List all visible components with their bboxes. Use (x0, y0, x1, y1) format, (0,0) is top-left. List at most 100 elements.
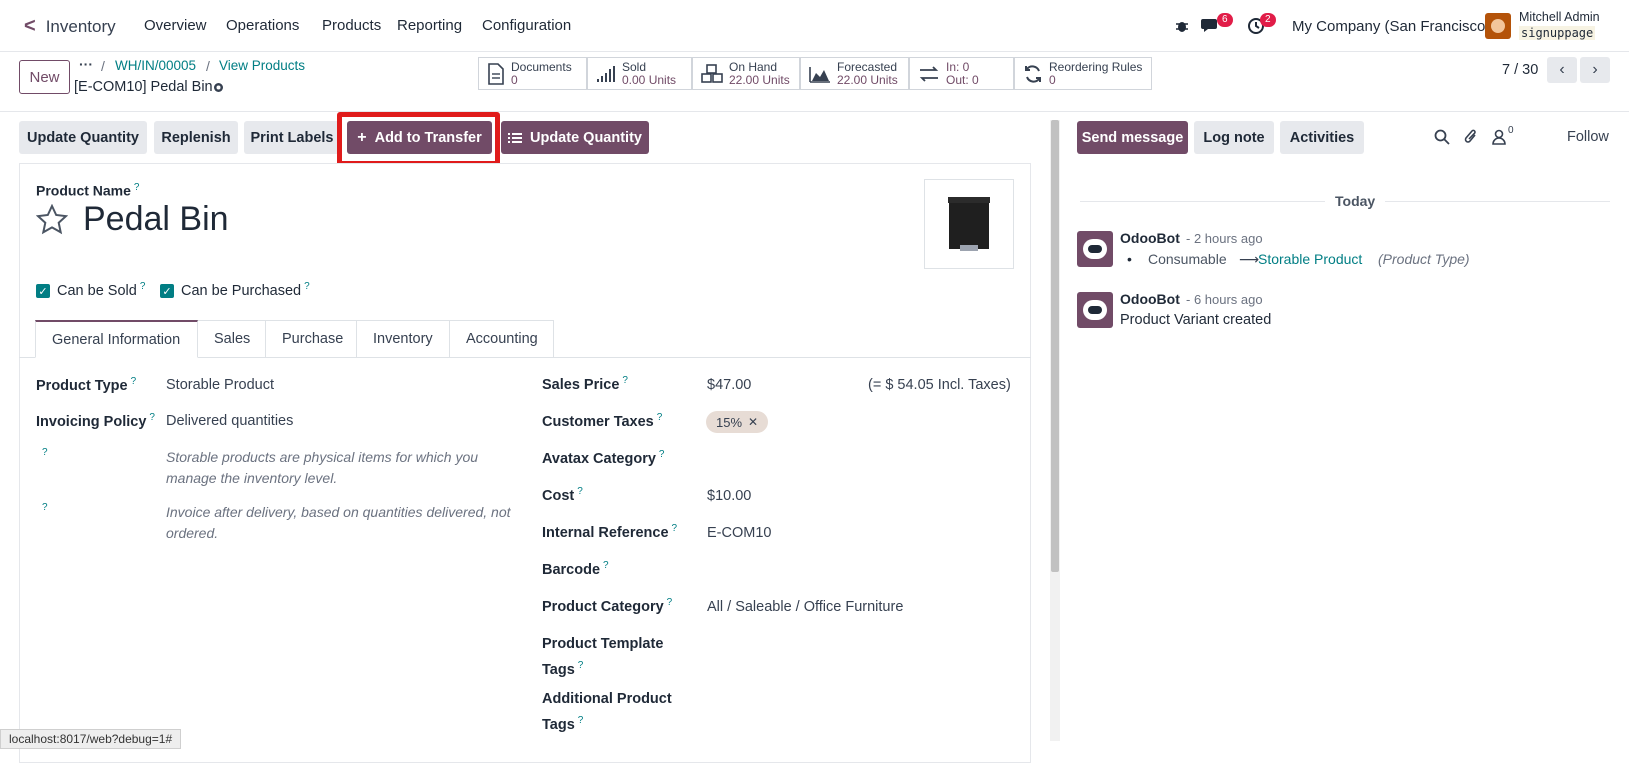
follow-button[interactable]: Follow (1567, 129, 1609, 145)
barcode-label: Barcode? (542, 560, 609, 578)
smart-button-documents[interactable]: Documents 0 (478, 57, 587, 90)
smart-out-value: Out: 0 (946, 72, 979, 87)
refresh-icon (1025, 64, 1041, 83)
smart-button-on-hand[interactable]: On Hand 22.00 Units (692, 57, 800, 90)
user-name: Mitchell Admin (1519, 10, 1600, 24)
menu-configuration[interactable]: Configuration (482, 17, 571, 34)
avatax-category-label: Avatax Category? (542, 449, 665, 467)
product-type-help: Storable products are physical items for… (166, 449, 479, 486)
log-note-button[interactable]: Log note (1194, 121, 1274, 154)
smart-button-in-out[interactable]: In: 0 Out: 0 (909, 57, 1014, 90)
smart-button-reordering-rules[interactable]: Reordering Rules 0 (1014, 57, 1152, 90)
app-name: Inventory (45, 16, 116, 36)
menu-reporting[interactable]: Reporting (397, 17, 462, 34)
invoicing-policy-field[interactable]: Delivered quantities (166, 413, 293, 429)
company-switcher[interactable]: My Company (San Francisco) (1292, 18, 1490, 35)
update-quantity-list-button[interactable]: Update Quantity (501, 121, 649, 154)
customer-taxes-label: Customer Taxes? (542, 412, 663, 430)
send-message-button[interactable]: Send message (1077, 121, 1188, 154)
pager-next-button[interactable]: › (1580, 57, 1610, 83)
messages-badge: 6 (1217, 13, 1233, 27)
followers-count: 0 (1508, 125, 1514, 136)
product-template-tags-label: Product Template Tags? (542, 636, 664, 678)
print-labels-button[interactable]: Print Labels (244, 121, 340, 154)
invoicing-policy-help: Invoice after delivery, based on quantit… (166, 504, 511, 541)
smart-on-hand-title: On Hand (729, 59, 778, 74)
back-icon[interactable]: < (24, 15, 36, 38)
exchange-icon (919, 65, 939, 82)
arrow-right-icon: ⟶ (1239, 251, 1260, 267)
browser-status-bar: localhost:8017/web?debug=1# (0, 729, 182, 749)
user-avatar[interactable] (1485, 13, 1511, 39)
document-icon (488, 62, 504, 85)
smart-sold-value: 0.00 Units (622, 72, 677, 87)
cost-label: Cost? (542, 486, 583, 504)
menu-products[interactable]: Products (322, 17, 381, 34)
update-quantity-list-label: Update Quantity (530, 129, 642, 146)
notebook-tabs: General Information Sales Purchase Inven… (35, 320, 554, 358)
customer-tax-tag[interactable]: 15% ✕ (706, 411, 769, 433)
tab-general-information[interactable]: General Information (35, 320, 198, 358)
db-name: signuppage (1519, 26, 1596, 40)
scrollbar-thumb[interactable] (1051, 120, 1059, 572)
product-type-field[interactable]: Storable Product (166, 377, 274, 393)
invoicing-policy-label: Invoicing Policy? (36, 412, 155, 430)
menu-operations[interactable]: Operations (226, 17, 299, 34)
sales-price-field[interactable]: $47.00 (707, 377, 751, 393)
menu-overview[interactable]: Overview (144, 17, 207, 34)
new-button[interactable]: New (19, 60, 70, 94)
odoobot-avatar (1077, 231, 1113, 267)
app-brand[interactable]: < Inventory (24, 15, 116, 38)
highlight-box (337, 112, 500, 166)
cost-field[interactable]: $10.00 (707, 488, 751, 504)
activities-button[interactable]: Activities (1280, 121, 1364, 154)
help-icon: ? (42, 447, 48, 458)
smart-button-sold[interactable]: Sold 0.00 Units (587, 57, 692, 90)
smart-forecasted-value: 22.00 Units (837, 72, 898, 87)
can-be-purchased-checkbox[interactable]: ✓ (160, 284, 174, 298)
smart-button-forecasted[interactable]: Forecasted 22.00 Units (800, 57, 909, 90)
paperclip-icon[interactable] (1463, 128, 1479, 145)
bug-icon[interactable] (1174, 18, 1190, 34)
form-scrollbar[interactable] (1050, 120, 1060, 741)
tab-inventory[interactable]: Inventory (357, 320, 450, 358)
tab-sales[interactable]: Sales (198, 320, 266, 358)
internal-reference-field[interactable]: E-COM10 (707, 525, 771, 541)
product-image[interactable] (924, 179, 1014, 269)
breadcrumb-dots[interactable]: ··· (79, 56, 93, 72)
search-icon[interactable] (1434, 129, 1450, 145)
message-author[interactable]: OdooBot (1120, 291, 1180, 307)
breadcrumb-separator: / (101, 58, 105, 74)
product-category-label: Product Category? (542, 597, 673, 615)
product-category-field[interactable]: All / Saleable / Office Furniture (707, 599, 903, 615)
area-chart-icon (809, 66, 830, 83)
tab-accounting[interactable]: Accounting (450, 320, 554, 358)
can-be-purchased-label: Can be Purchased? (181, 281, 310, 299)
incl-taxes-text: (= $ 54.05 Incl. Taxes) (868, 377, 1011, 393)
sales-price-label: Sales Price? (542, 375, 628, 393)
can-be-sold-checkbox[interactable]: ✓ (36, 284, 50, 298)
product-name-label: Product Name? (36, 182, 140, 199)
cubes-icon (701, 63, 723, 83)
breadcrumb-transfer[interactable]: WH/IN/00005 (115, 58, 196, 73)
gear-icon[interactable] (212, 81, 225, 94)
pager-previous-button[interactable]: ‹ (1547, 57, 1577, 83)
list-icon (508, 132, 522, 143)
message-body: Product Variant created (1120, 312, 1272, 328)
close-icon[interactable]: ✕ (748, 415, 758, 429)
replenish-button[interactable]: Replenish (154, 121, 238, 154)
followers-icon[interactable] (1492, 129, 1506, 145)
product-name-field[interactable]: Pedal Bin (83, 200, 229, 239)
chevron-right-icon: › (1592, 61, 1598, 78)
update-quantity-button[interactable]: Update Quantity (19, 121, 147, 154)
internal-reference-label: Internal Reference? (542, 523, 678, 541)
tab-purchase[interactable]: Purchase (266, 320, 357, 358)
message-author[interactable]: OdooBot (1120, 230, 1180, 246)
smart-reordering-value: 0 (1049, 72, 1056, 87)
star-icon[interactable] (36, 204, 68, 235)
pager-value[interactable]: 7 / 30 (1502, 62, 1538, 78)
message-time: - 6 hours ago (1186, 292, 1263, 307)
can-be-sold-label: Can be Sold? (57, 281, 146, 299)
pedal-bin-image (948, 197, 990, 251)
breadcrumb-view-products[interactable]: View Products (219, 58, 305, 73)
